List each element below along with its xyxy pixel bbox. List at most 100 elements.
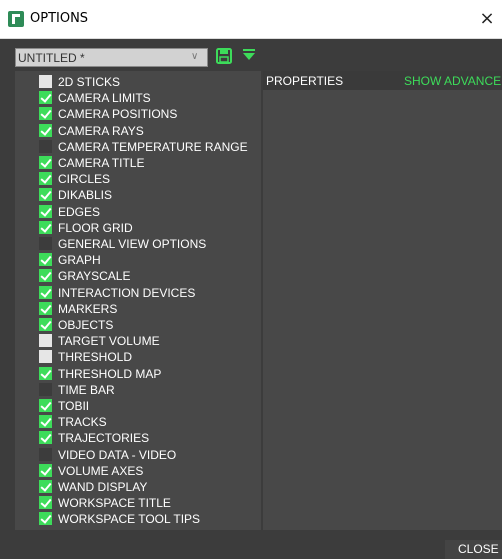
option-label: CAMERA TITLE [58,156,145,170]
properties-header: PROPERTIES SHOW ADVANCED [263,71,502,90]
option-label: DIKABLIS [58,188,113,203]
option-checkbox[interactable] [39,237,52,250]
option-label: GRAYSCALE [58,269,131,284]
option-label: CAMERA RAYS [58,123,144,138]
option-item[interactable]: THRESHOLD [39,349,259,365]
option-checkbox[interactable] [39,447,52,461]
option-item[interactable]: INTERACTION DEVICES [39,285,259,301]
option-checkbox[interactable] [39,399,52,412]
preset-dropdown[interactable]: UNTITLED * ∨ [15,48,208,67]
filter-icon[interactable] [243,49,255,63]
option-label: THRESHOLD MAP [58,366,162,381]
option-item[interactable]: CAMERA RAYS [39,123,259,139]
option-label: WORKSPACE TOOL TIPS [58,512,201,527]
option-label: TRAJECTORIES [58,431,150,446]
option-checkbox[interactable] [39,172,52,186]
chevron-down-icon: ∨ [191,51,199,62]
title-bar: OPTIONS × [0,0,502,39]
option-item[interactable]: VOLUME AXES [39,463,259,479]
option-label: TARGET VOLUME [58,334,160,349]
option-label: OBJECTS [58,318,114,332]
window-title: OPTIONS [30,11,89,26]
option-item[interactable]: GRAPH [39,252,259,268]
option-checkbox[interactable] [39,496,52,510]
option-label: CAMERA LIMITS [58,91,151,106]
option-checkbox[interactable] [39,220,52,234]
option-checkbox[interactable] [39,188,52,202]
option-label: GENERAL VIEW OPTIONS [58,237,207,251]
option-item[interactable]: EDGES [39,204,259,220]
option-checkbox[interactable] [39,253,52,267]
option-checkbox[interactable] [39,512,52,526]
option-checkbox[interactable] [39,285,52,299]
preset-toolbar: UNTITLED * ∨ [0,39,502,69]
option-checkbox[interactable] [39,139,52,153]
option-checkbox[interactable] [39,269,52,283]
preset-value: UNTITLED * [18,51,85,65]
option-label: CAMERA POSITIONS [58,107,178,122]
option-item[interactable]: GRAYSCALE [39,268,259,284]
properties-title: PROPERTIES [266,74,344,88]
option-item[interactable]: TRACKS [39,414,259,430]
option-checkbox[interactable] [39,480,52,493]
option-label: WORKSPACE TITLE [58,496,171,511]
option-label: EDGES [58,204,101,219]
option-item[interactable]: TARGET VOLUME [39,333,259,349]
properties-panel: PROPERTIES SHOW ADVANCED [263,71,502,530]
option-item[interactable]: TIME BAR [39,382,259,398]
option-item[interactable]: CIRCLES [39,171,259,187]
option-checkbox[interactable] [39,156,52,169]
option-item[interactable]: THRESHOLD MAP [39,366,259,382]
option-checkbox[interactable] [39,318,52,331]
option-label: GRAPH [58,253,101,268]
option-checkbox[interactable] [39,350,52,364]
option-label: CAMERA TEMPERATURE RANGE [58,139,248,154]
option-label: VIDEO DATA - VIDEO [58,447,177,462]
option-label: THRESHOLD [58,350,133,365]
option-label: TIME BAR [58,382,115,397]
option-item[interactable]: VIDEO DATA - VIDEO [39,447,259,463]
option-label: 2D STICKS [58,75,121,89]
option-item[interactable]: OBJECTS [39,317,259,333]
option-item[interactable]: CAMERA POSITIONS [39,106,259,122]
option-item[interactable]: MARKERS [39,301,259,317]
option-label: INTERACTION DEVICES [58,285,196,300]
option-checkbox[interactable] [39,334,52,348]
option-checkbox[interactable] [39,204,52,218]
app-icon [8,11,24,27]
option-checkbox[interactable] [39,75,52,88]
close-window-icon[interactable]: × [472,4,502,34]
show-advanced-link[interactable]: SHOW ADVANCED [404,74,502,88]
option-checkbox[interactable] [39,382,52,396]
option-checkbox[interactable] [39,415,52,429]
option-item[interactable]: 2D STICKS [39,74,259,90]
option-item[interactable]: CAMERA TEMPERATURE RANGE [39,139,259,155]
option-item[interactable]: WORKSPACE TITLE [39,495,259,511]
option-checkbox[interactable] [39,107,52,121]
option-checkbox[interactable] [39,431,52,445]
option-label: VOLUME AXES [58,463,144,478]
option-checkbox[interactable] [39,366,52,380]
option-item[interactable]: GENERAL VIEW OPTIONS [39,236,259,252]
option-item[interactable]: WORKSPACE TOOL TIPS [39,511,259,527]
option-checkbox[interactable] [39,463,52,477]
option-item[interactable]: TRAJECTORIES [39,430,259,446]
option-label: TOBII [58,399,90,413]
option-item[interactable]: WAND DISPLAY [39,479,259,495]
option-checkbox[interactable] [39,123,52,137]
save-icon[interactable] [216,48,232,64]
option-checkbox[interactable] [39,91,52,105]
close-button[interactable]: CLOSE [445,540,502,559]
option-label: CIRCLES [58,172,111,187]
option-label: WAND DISPLAY [58,480,148,494]
option-checkbox[interactable] [39,301,52,315]
options-list-panel: 2D STICKS CAMERA LIMITS CAMERA POSITIONS CA… [15,71,261,530]
option-item[interactable]: DIKABLIS [39,187,259,203]
option-label: TRACKS [58,415,107,430]
option-item[interactable]: TOBII [39,398,259,414]
option-label: FLOOR GRID [58,220,133,235]
option-label: MARKERS [58,301,118,316]
option-item[interactable]: FLOOR GRID [39,220,259,236]
option-item[interactable]: CAMERA TITLE [39,155,259,171]
option-item[interactable]: CAMERA LIMITS [39,90,259,106]
